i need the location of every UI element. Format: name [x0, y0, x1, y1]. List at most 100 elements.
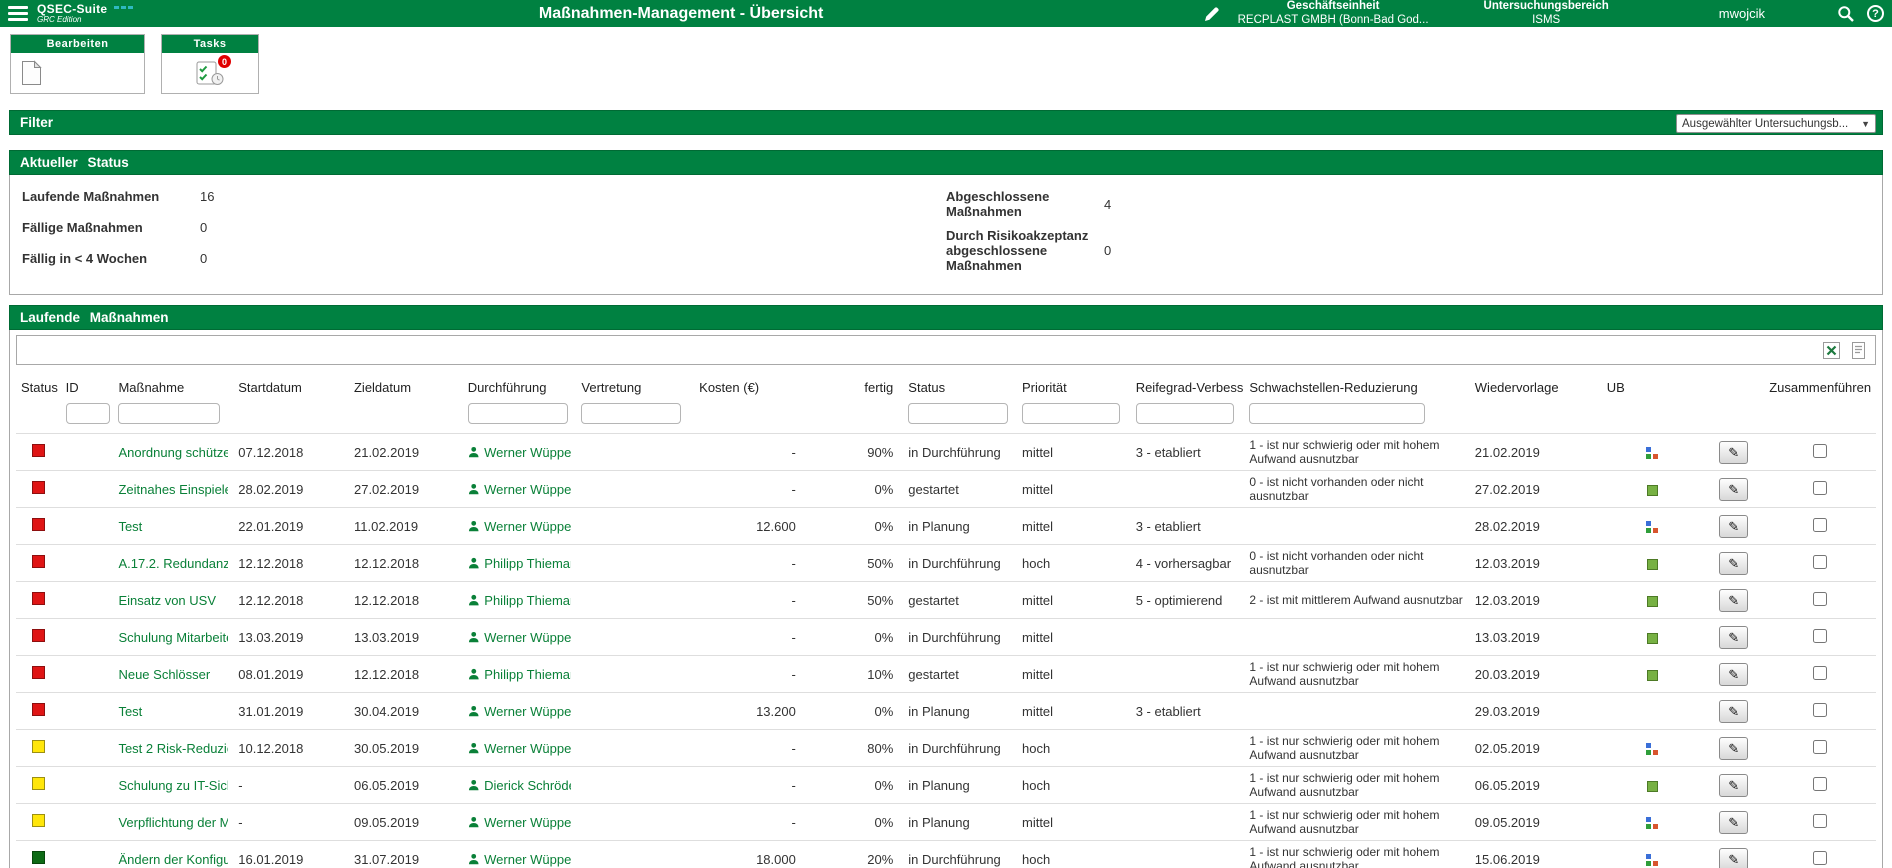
- cell-reifegrad: 3 - etabliert: [1130, 433, 1245, 471]
- durchfuehrung-link[interactable]: Werner Wüpper: [484, 704, 571, 719]
- tasks-button[interactable]: 0: [196, 55, 231, 86]
- durchfuehrung-link[interactable]: Werner Wüpper: [484, 630, 571, 645]
- cell-vertretung: [576, 507, 695, 545]
- ub-icon: [1646, 520, 1659, 534]
- pencil-icon: ✎: [1728, 481, 1740, 497]
- cell-reifegrad: [1130, 766, 1245, 804]
- cell-schwachstellen: 1 - ist nur schwierig oder mit hohem Auf…: [1244, 655, 1470, 693]
- merge-checkbox[interactable]: [1813, 480, 1828, 495]
- edit-button[interactable]: ✎: [1719, 847, 1749, 868]
- filter-reifegrad-input[interactable]: [1135, 403, 1234, 424]
- massnahme-link[interactable]: Zeitnahes Einspielen: [118, 482, 228, 497]
- edit-button[interactable]: ✎: [1719, 773, 1749, 797]
- durchfuehrung-link[interactable]: Werner Wüpper: [484, 852, 571, 867]
- col-zusammenfuehren-header[interactable]: Zusammenführen: [1764, 373, 1876, 401]
- merge-checkbox[interactable]: [1813, 739, 1828, 754]
- export-file-button[interactable]: [1849, 341, 1868, 360]
- col-reifegrad-header[interactable]: Reifegrad-Verbess...: [1131, 373, 1245, 401]
- merge-checkbox[interactable]: [1813, 517, 1828, 532]
- massnahme-link[interactable]: Test: [118, 519, 228, 534]
- durchfuehrung-link[interactable]: Werner Wüpper: [484, 741, 571, 756]
- massnahme-link[interactable]: Einsatz von USV: [118, 593, 228, 608]
- edit-button[interactable]: ✎: [1719, 662, 1749, 686]
- pencil-icon: ✎: [1728, 555, 1740, 571]
- durchfuehrung-link[interactable]: Werner Wüpper: [484, 445, 571, 460]
- cell-status: in Durchführung: [903, 840, 1017, 868]
- filter-id-input[interactable]: [65, 403, 110, 424]
- durchfuehrung-link[interactable]: Werner Wüpper: [484, 815, 571, 830]
- context-edit-icon[interactable]: [1204, 6, 1220, 22]
- col-kosten-header[interactable]: Kosten (€): [694, 373, 806, 401]
- col-status-header[interactable]: Status: [903, 373, 1017, 401]
- summary-row-faellige: Fällige Maßnahmen 0: [22, 220, 208, 235]
- merge-checkbox[interactable]: [1813, 443, 1828, 458]
- cell-reifegrad: [1130, 618, 1245, 656]
- edit-button[interactable]: ✎: [1719, 440, 1749, 464]
- col-id-header[interactable]: ID: [61, 373, 114, 401]
- filter-schwachstellen-input[interactable]: [1249, 403, 1426, 424]
- search-icon[interactable]: [1837, 5, 1855, 23]
- durchfuehrung-link[interactable]: Werner Wüpper: [484, 519, 571, 534]
- cell-prioritaet: mittel: [1016, 655, 1131, 693]
- edit-button[interactable]: ✎: [1719, 514, 1749, 538]
- cell-vertretung: [576, 729, 695, 767]
- massnahme-link[interactable]: Anordnung schützen: [118, 445, 228, 460]
- help-icon[interactable]: ?: [1867, 5, 1884, 22]
- durchfuehrung-link[interactable]: Dierick Schröde: [484, 778, 571, 793]
- col-vertretung-header[interactable]: Vertretung: [576, 373, 694, 401]
- col-ub-header[interactable]: UB: [1602, 373, 1704, 401]
- status-indicator: [31, 444, 45, 457]
- merge-checkbox[interactable]: [1813, 813, 1828, 828]
- massnahme-link[interactable]: Test 2 Risk-Reduzieru: [118, 741, 228, 756]
- col-schwachstellen-header[interactable]: Schwachstellen-Reduzierung: [1244, 373, 1469, 401]
- col-zieldatum-header[interactable]: Zieldatum: [349, 373, 463, 401]
- edit-button[interactable]: ✎: [1719, 699, 1749, 723]
- massnahme-link[interactable]: Test: [118, 704, 228, 719]
- col-prioritaet-header[interactable]: Priorität: [1017, 373, 1131, 401]
- filter-prioritaet-input[interactable]: [1021, 403, 1120, 424]
- massnahme-link[interactable]: Schulung Mitarbeite: [118, 630, 228, 645]
- merge-checkbox[interactable]: [1813, 554, 1828, 569]
- massnahme-link[interactable]: Neue Schlösser: [118, 667, 228, 682]
- durchfuehrung-link[interactable]: Werner Wüpper: [484, 482, 571, 497]
- merge-checkbox[interactable]: [1813, 850, 1828, 865]
- edit-button[interactable]: ✎: [1719, 625, 1749, 649]
- filter-durchfuehrung-input[interactable]: [467, 403, 568, 424]
- durchfuehrung-link[interactable]: Philipp Thiemar: [484, 556, 571, 571]
- col-fertig-header[interactable]: fertig: [806, 373, 903, 401]
- cell-startdatum: 22.01.2019: [233, 507, 349, 545]
- cell-fertig: 0%: [805, 618, 904, 656]
- measures-table: Status ID Maßnahme Startdatum Zieldatum …: [16, 373, 1876, 868]
- col-status-indicator-header[interactable]: Status: [16, 373, 61, 401]
- ub-icon: [1647, 780, 1659, 792]
- investigation-filter-select[interactable]: Ausgewählter Untersuchungsb... ▼: [1676, 114, 1876, 133]
- menu-icon[interactable]: [8, 6, 28, 21]
- merge-checkbox[interactable]: [1813, 702, 1828, 717]
- col-wiedervorlage-header[interactable]: Wiedervorlage: [1470, 373, 1602, 401]
- filter-status-input[interactable]: [908, 403, 1009, 424]
- edit-button[interactable]: ✎: [1719, 810, 1749, 834]
- pencil-icon: ✎: [1728, 851, 1740, 867]
- col-startdatum-header[interactable]: Startdatum: [233, 373, 349, 401]
- merge-checkbox[interactable]: [1813, 591, 1828, 606]
- filter-massnahme-input[interactable]: [118, 403, 221, 424]
- export-excel-button[interactable]: [1822, 341, 1841, 360]
- edit-button[interactable]: ✎: [1719, 551, 1749, 575]
- massnahme-link[interactable]: Verpflichtung der Mi: [118, 815, 228, 830]
- massnahme-link[interactable]: A.17.2. Redundanzen: [118, 556, 228, 571]
- new-document-button[interactable]: [21, 60, 42, 86]
- massnahme-link[interactable]: Ändern der Konfigur: [118, 852, 228, 867]
- edit-button[interactable]: ✎: [1719, 588, 1749, 612]
- durchfuehrung-link[interactable]: Philipp Thiemar: [484, 667, 571, 682]
- edit-button[interactable]: ✎: [1719, 736, 1749, 760]
- filter-vertretung-input[interactable]: [581, 403, 682, 424]
- col-massnahme-header[interactable]: Maßnahme: [113, 373, 233, 401]
- durchfuehrung-link[interactable]: Philipp Thiemar: [484, 593, 571, 608]
- merge-checkbox[interactable]: [1813, 776, 1828, 791]
- massnahme-link[interactable]: Schulung zu IT-Siche: [118, 778, 228, 793]
- merge-checkbox[interactable]: [1813, 628, 1828, 643]
- cell-status: in Planung: [903, 507, 1017, 545]
- col-durchfuehrung-header[interactable]: Durchführung: [463, 373, 577, 401]
- merge-checkbox[interactable]: [1813, 665, 1828, 680]
- edit-button[interactable]: ✎: [1719, 477, 1749, 501]
